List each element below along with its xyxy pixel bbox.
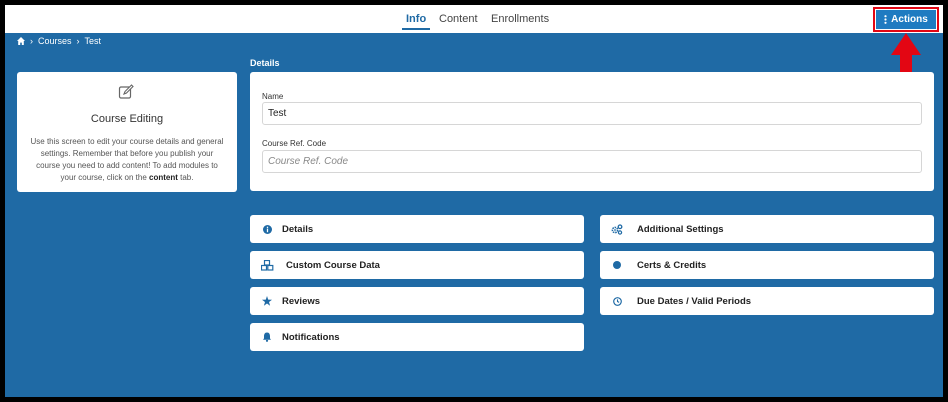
breadcrumb-test: Test [84,36,102,46]
tab-content[interactable]: Content [439,13,478,25]
edit-icon [118,84,134,99]
custom-course-data-tile[interactable]: Custom Course Data [250,251,584,279]
tab-info[interactable]: Info [406,13,426,25]
description-text: Use this screen to edit your course deta… [30,137,224,182]
details-form: Name Course Ref. Code [250,72,934,191]
reviews-tile[interactable]: Reviews [250,287,584,315]
certs-credits-tile[interactable]: Certs & Credits [600,251,934,279]
top-nav-bar: Info Content Enrollments Actions [5,5,943,33]
actions-button[interactable]: Actions [876,10,936,29]
circle-icon [613,261,621,269]
active-tab-indicator [402,28,430,30]
additional-settings-tile[interactable]: Additional Settings [600,215,934,243]
notifications-label: Notifications [282,331,340,343]
bell-icon [263,332,271,342]
name-label: Name [262,92,284,101]
ref-code-input[interactable] [262,150,922,173]
name-input[interactable] [262,102,922,125]
description-text-end: tab. [177,173,194,182]
tab-enrollments[interactable]: Enrollments [491,13,549,25]
kebab-icon [884,15,887,24]
additional-settings-label: Additional Settings [637,223,724,235]
home-icon[interactable] [17,37,25,45]
cogs-icon [611,223,623,235]
info-icon [262,224,272,234]
reviews-label: Reviews [282,295,321,307]
course-editing-title: Course Editing [90,113,164,125]
details-section-title: Details [250,58,280,68]
actions-label: Actions [891,14,928,25]
breadcrumb-courses[interactable]: Courses [38,36,72,46]
notifications-tile[interactable]: Notifications [250,323,584,351]
content-keyword: content [149,173,178,182]
clock-icon [612,296,622,306]
star-icon [262,296,272,306]
custom-course-data-label: Custom Course Data [286,259,380,271]
ref-code-label: Course Ref. Code [262,139,327,148]
details-tile[interactable]: Details [250,215,584,243]
due-dates-label: Due Dates / Valid Periods [637,295,752,307]
certs-credits-label: Certs & Credits [637,259,707,271]
breadcrumb-separator: › [76,36,80,46]
breadcrumb: › Courses › Test [17,36,101,46]
course-editing-card: Course Editing Use this screen to edit y… [17,72,237,192]
course-editing-description: Use this screen to edit your course deta… [29,136,225,184]
due-dates-tile[interactable]: Due Dates / Valid Periods [600,287,934,315]
app-frame: Info Content Enrollments Actions › Cours… [5,5,943,397]
breadcrumb-separator: › [30,36,33,46]
details-tile-label: Details [282,223,314,235]
cubes-icon [260,259,273,271]
